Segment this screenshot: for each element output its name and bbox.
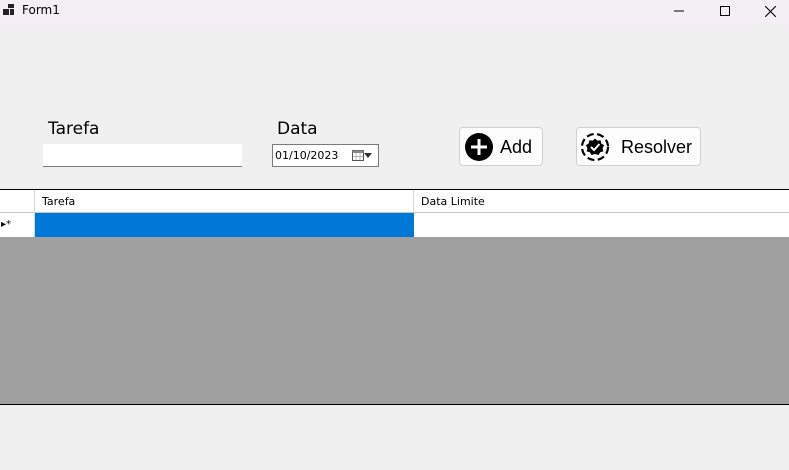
add-button[interactable]: Add (459, 127, 543, 166)
maximize-button[interactable] (702, 0, 748, 22)
title-bar: Form1 (0, 0, 789, 25)
tasks-grid[interactable]: Tarefa Data Limite ▸* (0, 189, 789, 405)
data-date-picker[interactable]: 01/10/2023 (272, 144, 379, 167)
resolver-button[interactable]: Resolver (576, 127, 701, 166)
verified-badge-icon (580, 132, 610, 162)
calendar-icon[interactable] (352, 149, 364, 161)
window-title: Form1 (22, 3, 60, 17)
add-button-label: Add (500, 137, 533, 157)
tarefa-input[interactable] (43, 144, 242, 167)
date-value: 01/10/2023 (275, 149, 339, 162)
plus-circle-icon (465, 133, 493, 161)
cell-data-limite[interactable] (414, 213, 789, 237)
app-icon (3, 4, 14, 15)
table-row[interactable]: ▸* (0, 213, 789, 237)
minimize-button[interactable] (656, 0, 702, 22)
close-icon (764, 5, 776, 17)
column-header-data-limite[interactable]: Data Limite (414, 190, 789, 213)
tarefa-label: Tarefa (48, 119, 100, 139)
maximize-icon (720, 6, 730, 16)
data-label: Data (277, 119, 318, 139)
resolver-button-label: Resolver (621, 137, 693, 157)
cell-tarefa[interactable] (35, 213, 414, 237)
chevron-down-icon[interactable] (364, 153, 372, 158)
grid-header: Tarefa Data Limite (0, 190, 789, 213)
close-button[interactable] (747, 0, 789, 22)
new-row-marker[interactable]: ▸* (0, 213, 35, 237)
minimize-icon (674, 10, 684, 12)
column-header-tarefa[interactable]: Tarefa (35, 190, 414, 213)
row-header-column[interactable] (0, 190, 35, 213)
